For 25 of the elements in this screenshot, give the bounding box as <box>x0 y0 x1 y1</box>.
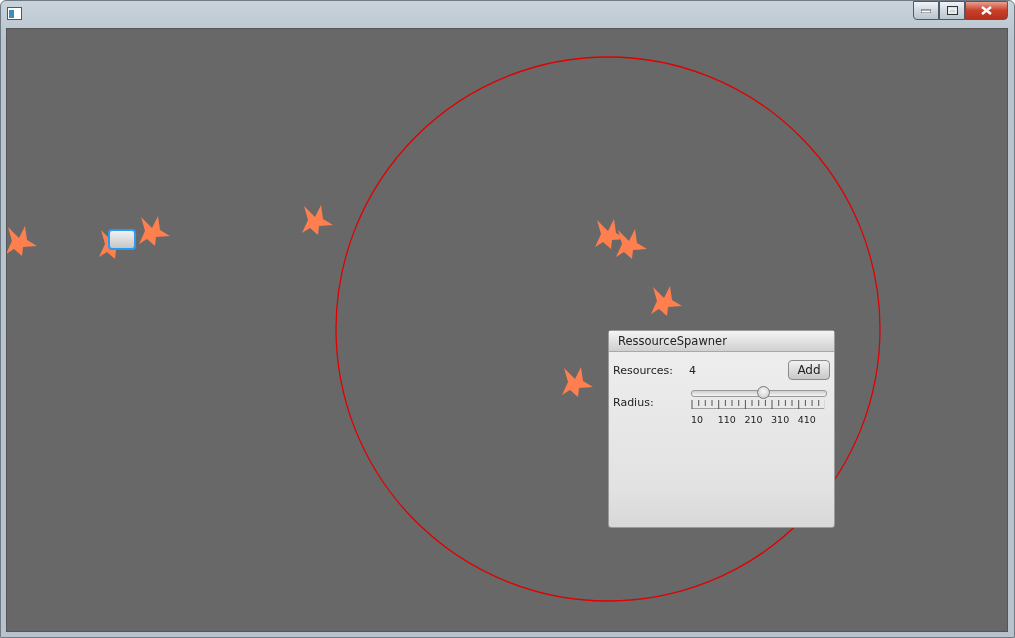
resources-label: Resources: <box>613 363 674 377</box>
agent-shape <box>651 286 682 316</box>
minimize-button[interactable] <box>913 1 939 20</box>
tick-label: 210 <box>744 414 764 425</box>
agent-shape <box>7 226 37 256</box>
close-icon <box>981 6 992 15</box>
panel-title: RessourceSpawner <box>609 331 834 352</box>
add-button[interactable]: Add <box>788 360 830 380</box>
radius-label: Radius: <box>613 396 655 411</box>
agent-shape <box>616 229 647 259</box>
resources-value: 4 <box>689 363 696 377</box>
small-button[interactable] <box>108 229 136 250</box>
maximize-icon <box>946 6 958 15</box>
slider-thumb[interactable] <box>757 386 771 399</box>
tick-label: 10 <box>691 414 705 425</box>
close-button[interactable] <box>965 1 1008 20</box>
agent-shape <box>302 205 333 235</box>
agent-shape <box>562 367 593 397</box>
tick-label: 410 <box>797 414 817 425</box>
tick-label: 310 <box>771 414 791 425</box>
app-icon <box>7 7 22 20</box>
maximize-button[interactable] <box>939 1 965 20</box>
agent-shape <box>139 216 170 246</box>
minimize-icon <box>921 8 931 13</box>
tick-label: 110 <box>717 414 737 425</box>
